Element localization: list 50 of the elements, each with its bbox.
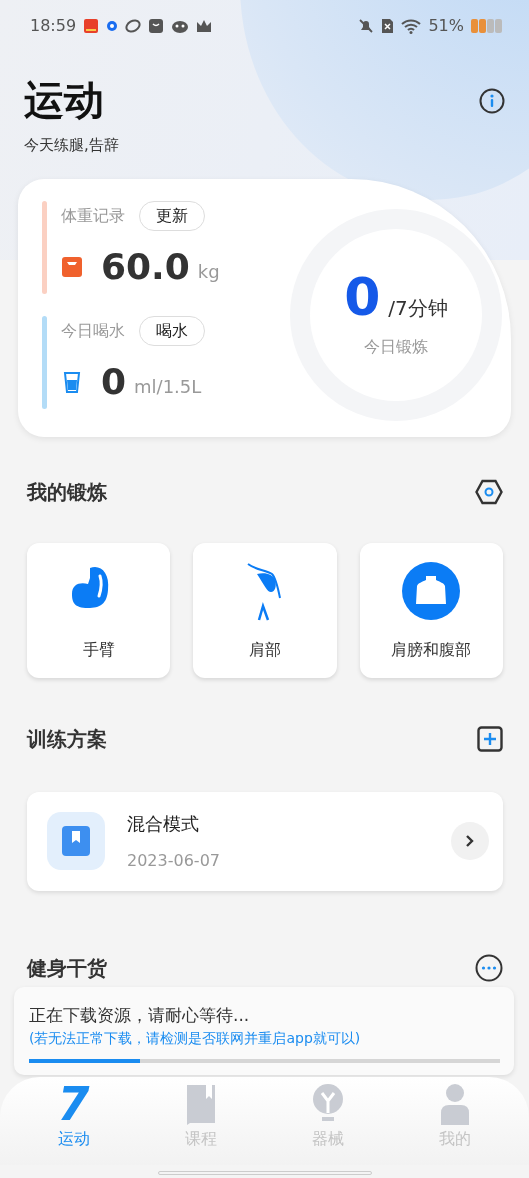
muted-bell-icon: [358, 18, 375, 34]
crown-icon: [196, 19, 213, 33]
bag-icon: [148, 18, 165, 34]
info-icon[interactable]: [479, 88, 505, 114]
plan-card[interactable]: 混合模式 2023-06-07: [27, 791, 503, 891]
exercise-tile[interactable]: 肩部: [193, 542, 337, 678]
record-value: 60.0: [101, 248, 190, 285]
section-title: 训练方案: [27, 725, 107, 753]
section-title: 健身干货: [27, 954, 107, 982]
ring-label: 今日锻炼: [364, 335, 428, 358]
no-sim-icon: [381, 18, 395, 34]
record-button[interactable]: 喝水: [139, 315, 205, 346]
battery-percentage: 51%: [428, 15, 464, 37]
exercise-target: /7分钟: [388, 294, 448, 322]
plan-date: 2023-06-07: [127, 849, 220, 872]
section-title: 我的锻炼: [27, 478, 107, 506]
record-unit: kg: [197, 259, 220, 284]
app-notification-icon: [125, 18, 142, 34]
water-glass-icon: [61, 369, 83, 394]
add-icon[interactable]: [477, 725, 503, 752]
app-notification-icon: [106, 20, 119, 32]
exercise-minutes: 0: [344, 270, 381, 323]
record-button[interactable]: 更新: [139, 200, 205, 231]
chevron-right-icon: [465, 834, 475, 848]
torso-icon: [402, 561, 461, 622]
app-notification-icon: [83, 18, 100, 34]
record-label: 体重记录: [61, 204, 125, 227]
record-value: 0: [101, 363, 127, 400]
record-unit: ml/1.5L: [134, 374, 202, 399]
cat-face-icon: [171, 19, 190, 33]
clock: 18:59: [30, 15, 77, 37]
tile-label: 肩部: [249, 638, 281, 661]
tile-label: 肩膀和腹部: [391, 638, 472, 661]
settings-icon[interactable]: [475, 478, 503, 505]
battery-icon: [471, 19, 503, 33]
chevron-button[interactable]: [451, 822, 489, 860]
subtitle: 今天练腿,告辞: [24, 135, 119, 156]
wifi-icon: [401, 18, 422, 34]
record-label: 今日喝水: [61, 319, 125, 342]
plan-name: 混合模式: [127, 811, 200, 836]
shoulder-icon: [247, 561, 283, 622]
more-icon[interactable]: [475, 953, 503, 982]
bookmark-icon: [61, 825, 91, 857]
tile-label: 手臂: [82, 638, 115, 661]
page-title: 运动: [24, 78, 105, 122]
exercise-tile[interactable]: 手臂: [27, 542, 171, 678]
download-message: 正在下载资源，请耐心等待...: [29, 1003, 251, 1027]
download-hint: (若无法正常下载，请检测是否联网并重启app就可以): [29, 1029, 362, 1048]
scale-icon: [61, 254, 83, 279]
exercise-tile[interactable]: 肩膀和腹部: [359, 542, 503, 678]
